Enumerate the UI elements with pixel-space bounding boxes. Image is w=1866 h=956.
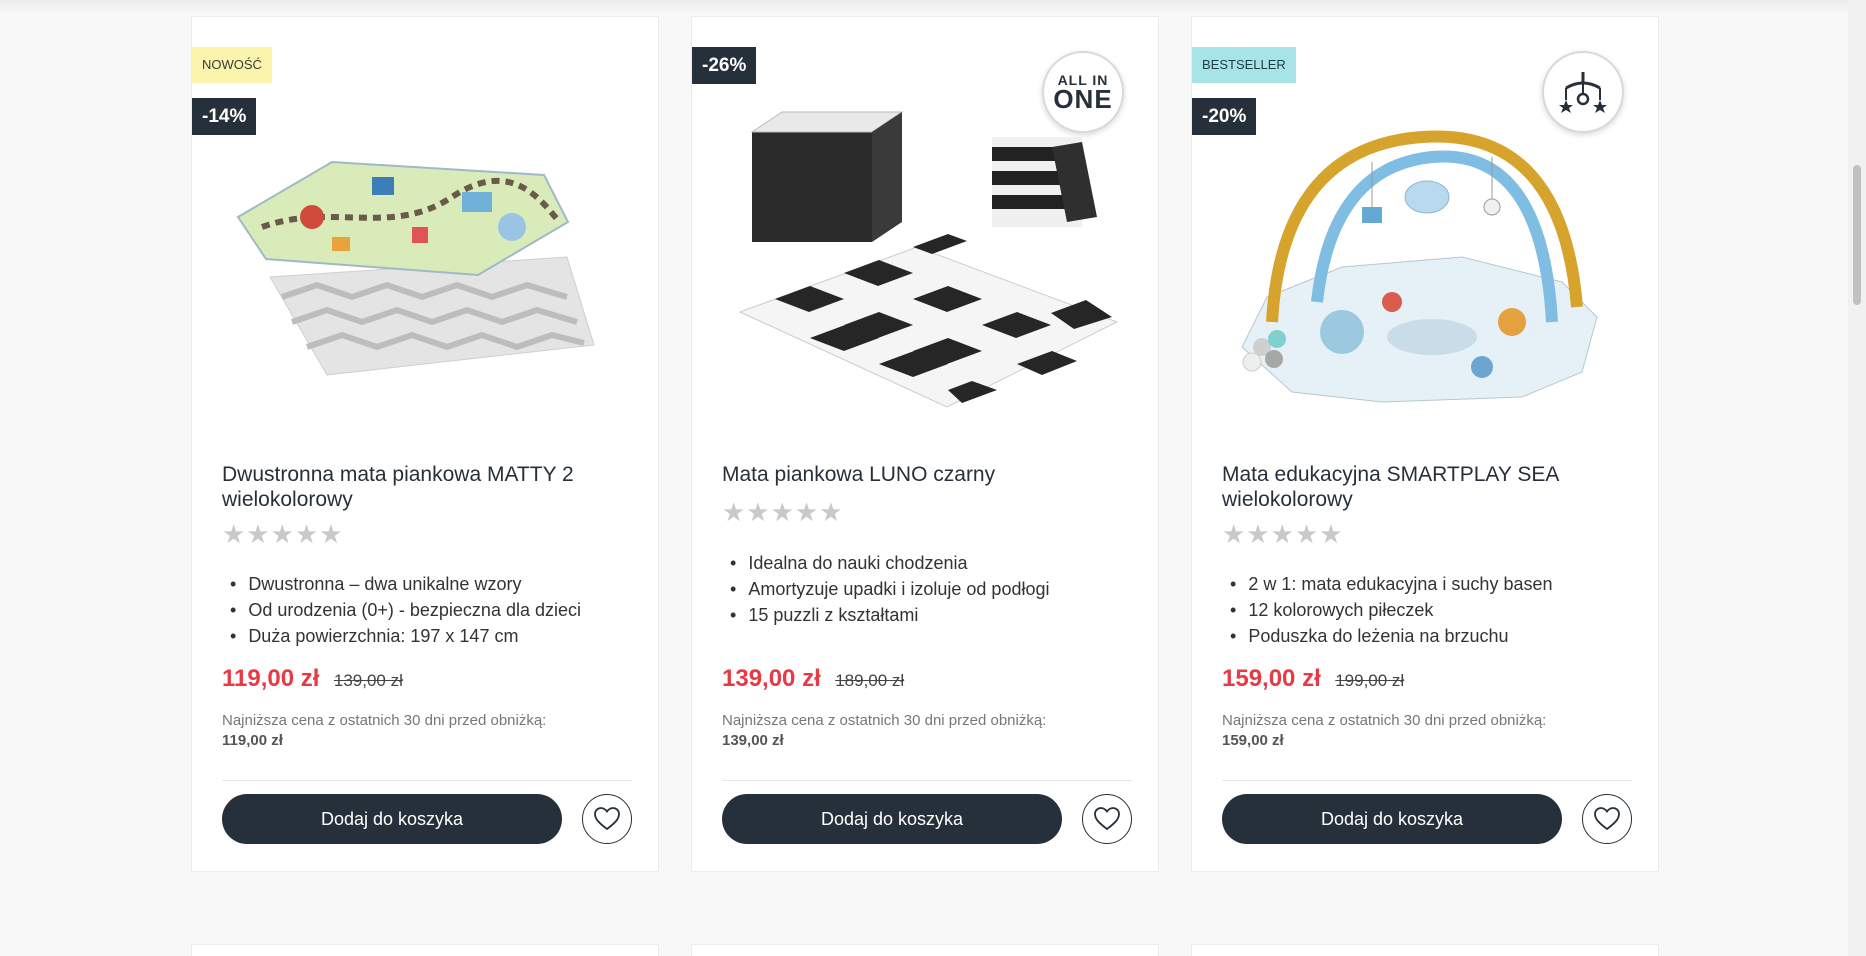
heart-icon [1594,807,1620,831]
divider [1222,780,1632,781]
lowest-price-label: Najniższa cena z ostatnich 30 dni przed … [722,712,1047,729]
product-title[interactable]: Dwustronna mata piankowa MATTY 2 wieloko… [222,462,632,512]
next-product-card [191,944,659,956]
lowest-price-value: 119,00 zł [222,732,283,749]
lowest-price-value: 159,00 zł [1222,732,1284,749]
heart-icon [1094,807,1120,831]
wishlist-button[interactable] [1582,794,1632,844]
price-row: 139,00 zł 189,00 zł [722,665,904,693]
page-scrollbar[interactable] [1848,0,1866,956]
wishlist-button[interactable] [582,794,632,844]
next-product-card [1191,944,1659,956]
feature-list: 2 w 1: mata edukacyjna i suchy basen 12 … [1230,571,1552,649]
product-image[interactable] [722,107,1132,437]
lowest-price-value: 139,00 zł [722,732,784,749]
add-to-cart-button[interactable]: Dodaj do koszyka [1222,794,1562,844]
header-shadow [0,0,1848,14]
feature-item: Amortyzuje upadki i izoluje od podłogi [730,576,1049,602]
product-title[interactable]: Mata piankowa LUNO czarny [722,462,1132,487]
product-image[interactable] [1222,107,1632,437]
old-price: 139,00 zł [333,671,403,690]
scrollbar-thumb[interactable] [1853,165,1861,305]
price-row: 119,00 zł 139,00 zł [222,665,403,693]
add-to-cart-button[interactable]: Dodaj do koszyka [722,794,1062,844]
feature-item: Dwustronna – dwa unikalne wzory [230,571,581,597]
feature-item: Poduszka do leżenia na brzuchu [1230,623,1552,649]
lowest-price-label: Najniższa cena z ostatnich 30 dni przed … [1222,712,1547,729]
feature-item: 2 w 1: mata edukacyjna i suchy basen [1230,571,1552,597]
product-title[interactable]: Mata edukacyjna SMARTPLAY SEA wielokolor… [1222,462,1632,512]
price-row: 159,00 zł 199,00 zł [1222,665,1404,693]
feature-list: Dwustronna – dwa unikalne wzory Od urodz… [230,571,581,649]
old-price: 189,00 zł [835,671,905,690]
product-card: NOWOŚĆ -14% Dwustronna mata piankowa MAT… [191,16,659,872]
bestseller-badge: BESTSELLER [1192,47,1296,83]
add-to-cart-button[interactable]: Dodaj do koszyka [222,794,562,844]
feature-item: 12 kolorowych piłeczek [1230,597,1552,623]
next-product-card [691,944,1159,956]
wishlist-button[interactable] [1082,794,1132,844]
feature-item: Idealna do nauki chodzenia [730,550,1050,576]
rating-stars: ★★★★★ [722,497,844,527]
feature-list: Idealna do nauki chodzenia Amortyzuje up… [730,550,1050,628]
feature-item: Duża powierzchnia: 197 x 147 cm [230,623,581,649]
lowest-price-label: Najniższa cena z ostatnich 30 dni przed … [222,712,547,729]
lowest-price-note: Najniższa cena z ostatnich 30 dni przed … [1222,711,1546,751]
lowest-price-note: Najniższa cena z ostatnich 30 dni przed … [722,711,1046,751]
divider [222,780,632,781]
rating-stars: ★★★★★ [222,519,344,549]
product-card: BESTSELLER -20% Mata edukacyjna SMARTPLA… [1191,16,1659,872]
lowest-price-note: Najniższa cena z ostatnich 30 dni przed … [222,711,546,751]
old-price: 199,00 zł [1335,671,1405,690]
divider [722,780,1132,781]
new-badge: NOWOŚĆ [192,47,272,83]
product-card: -26% ALL IN ONE Mata piankowa LUNO czarn… [691,16,1159,872]
feature-item: 15 puzzli z kształtami [730,602,1050,628]
feature-item: Od urodzenia (0+) - bezpieczna dla dziec… [230,597,581,623]
heart-icon [594,807,620,831]
current-price: 159,00 zł [1222,665,1321,692]
product-grid: NOWOŚĆ -14% Dwustronna mata piankowa MAT… [191,16,1659,872]
current-price: 119,00 zł [222,665,320,692]
current-price: 139,00 zł [722,665,821,692]
discount-badge: -26% [692,47,757,84]
product-image[interactable] [222,107,632,437]
rating-stars: ★★★★★ [1222,519,1344,549]
